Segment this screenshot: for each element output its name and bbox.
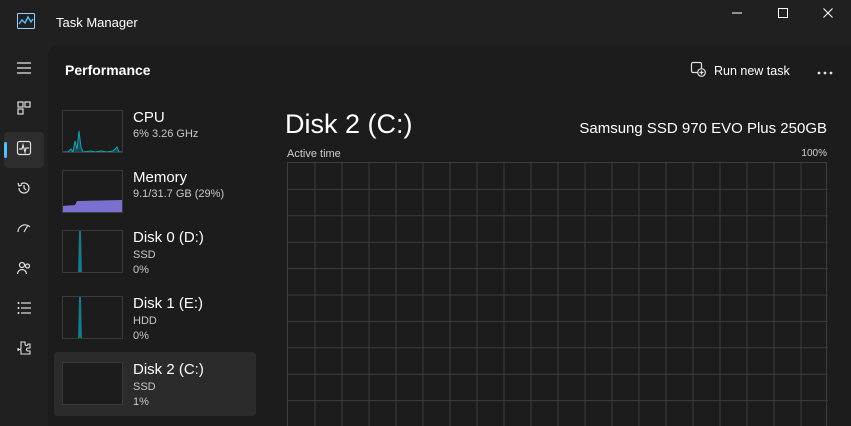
window-title: Task Manager (56, 15, 138, 30)
device-stat: 9.1/31.7 GB (29%) (133, 188, 225, 200)
more-options-button[interactable] (808, 56, 842, 86)
page-header: Performance Run new task (48, 46, 851, 96)
active-indicator (4, 142, 7, 158)
device-type: SSD (133, 381, 156, 393)
device-type: SSD (133, 249, 156, 261)
startup-apps-icon (16, 220, 32, 241)
cpu-thumbnail-graph (62, 110, 123, 153)
details-icon (16, 300, 32, 321)
device-name: Disk 1 (E:) (133, 295, 204, 312)
nav-rail (0, 46, 48, 426)
disk-0-thumbnail-graph (62, 230, 123, 273)
device-stat: 0% (133, 330, 149, 342)
maximize-button[interactable] (760, 0, 806, 30)
title-bar: Task Manager (0, 0, 851, 46)
maximize-icon (777, 6, 789, 24)
run-new-task-icon (690, 61, 706, 82)
nav-processes[interactable] (4, 92, 44, 128)
more-options-icon (817, 62, 833, 80)
axis-max-label: 100% (801, 148, 827, 159)
performance-page: Performance Run new task CPU 6% 3.26 GHz (48, 46, 851, 426)
device-type: HDD (133, 315, 157, 327)
processes-icon (16, 100, 32, 121)
device-item-disk-1[interactable]: Disk 1 (E:) HDD 0% (54, 286, 256, 350)
page-title: Performance (65, 62, 151, 78)
run-new-task-label: Run new task (714, 64, 790, 78)
detail-model: Samsung SSD 970 EVO Plus 250GB (579, 120, 827, 137)
nav-menu-button[interactable] (4, 52, 44, 88)
run-new-task-button[interactable]: Run new task (684, 56, 796, 86)
nav-app-history[interactable] (4, 172, 44, 208)
nav-users[interactable] (4, 252, 44, 288)
performance-icon (16, 140, 32, 161)
nav-services[interactable] (4, 332, 44, 368)
nav-details[interactable] (4, 292, 44, 328)
device-item-memory[interactable]: Memory 9.1/31.7 GB (29%) (54, 160, 256, 224)
device-name: Disk 2 (C:) (133, 361, 204, 378)
device-stat: 0% (133, 264, 149, 276)
disk-2-thumbnail-graph (62, 362, 123, 405)
active-time-graph (287, 162, 828, 426)
device-name: Memory (133, 169, 188, 186)
device-item-disk-0[interactable]: Disk 0 (D:) SSD 0% (54, 220, 256, 284)
memory-thumbnail-graph (62, 170, 123, 213)
users-icon (16, 260, 32, 281)
device-stat: 6% 3.26 GHz (133, 128, 199, 140)
detail-title: Disk 2 (C:) (285, 109, 413, 139)
hamburger-menu-icon (16, 61, 32, 80)
close-button[interactable] (805, 0, 851, 30)
services-icon (16, 340, 32, 361)
device-item-disk-2[interactable]: Disk 2 (C:) SSD 1% (54, 352, 256, 416)
device-item-cpu[interactable]: CPU 6% 3.26 GHz (54, 100, 256, 164)
device-name: CPU (133, 109, 165, 126)
minimize-button[interactable] (714, 0, 760, 30)
nav-startup-apps[interactable] (4, 212, 44, 248)
performance-chart-icon (17, 13, 35, 29)
nav-performance[interactable] (4, 132, 44, 168)
app-history-icon (16, 180, 32, 201)
graph-grid (288, 163, 828, 426)
close-icon (822, 6, 834, 24)
disk-1-thumbnail-graph (62, 296, 123, 339)
minimize-icon (731, 6, 743, 24)
device-name: Disk 0 (D:) (133, 229, 204, 246)
active-time-label: Active time (287, 148, 341, 160)
device-stat: 1% (133, 396, 149, 408)
